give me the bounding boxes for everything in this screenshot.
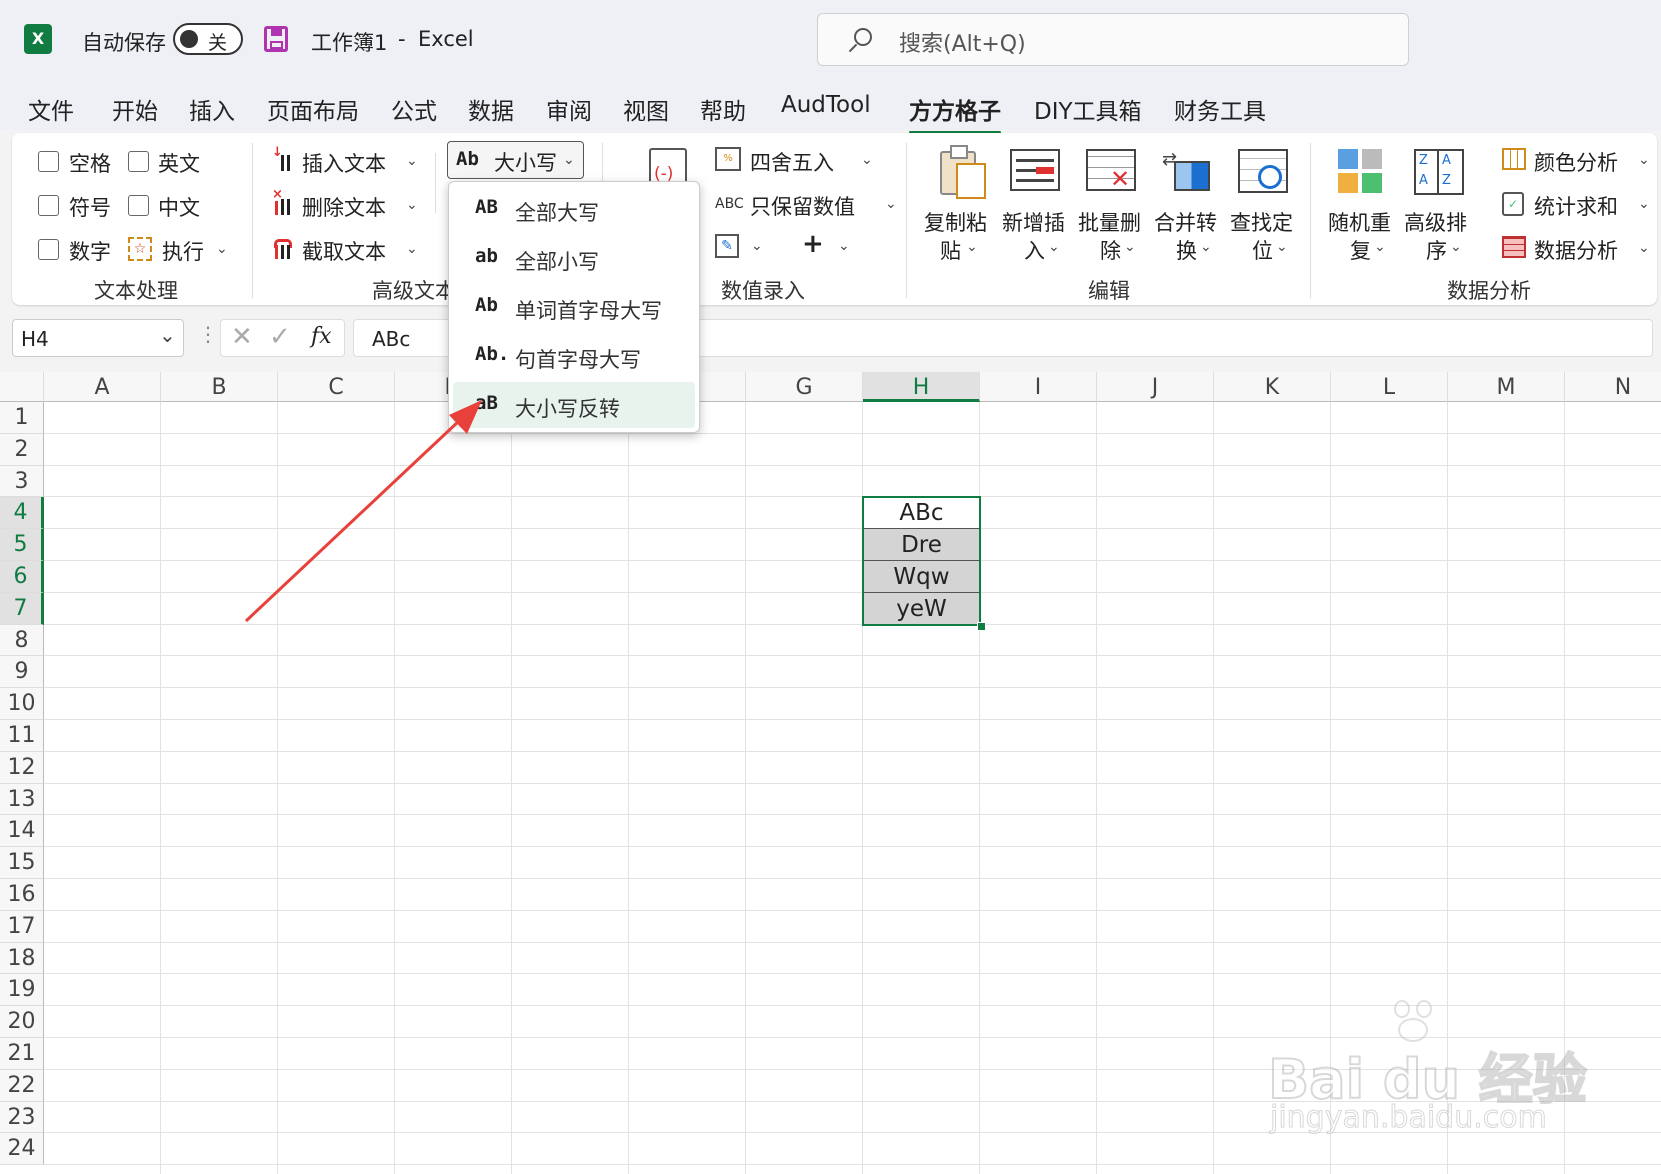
- annotation-arrow: [244, 400, 482, 623]
- watermark-url: jingyan.baidu.com: [1270, 1100, 1548, 1136]
- paw-icon: [1388, 1000, 1438, 1042]
- watermark: Bai du 经验 jingyan.baidu.com: [1267, 1000, 1588, 1150]
